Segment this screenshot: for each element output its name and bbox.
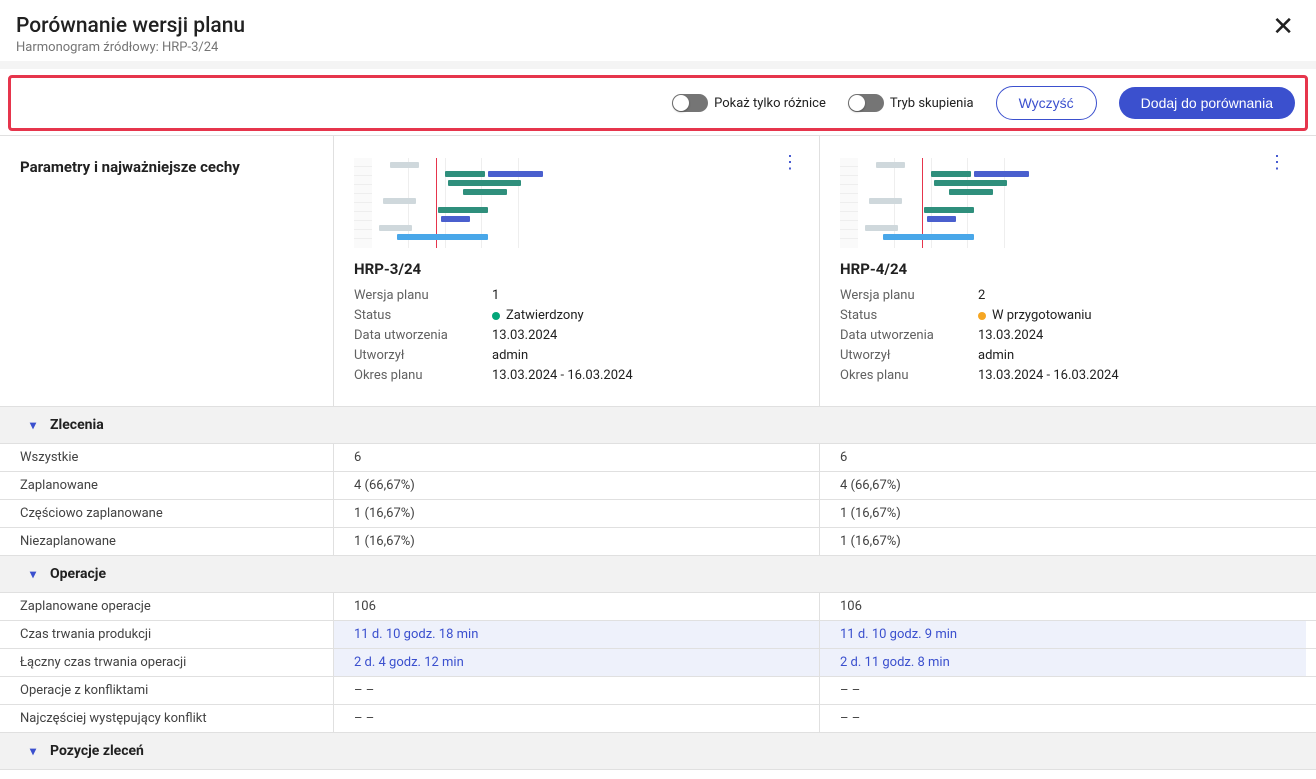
section-operations-header[interactable]: ▾ Operacje <box>0 556 1316 593</box>
status-badge: W przygotowaniu <box>978 308 1092 323</box>
chevron-down-icon[interactable]: ▾ <box>30 744 36 758</box>
table-row: Zaplanowane 4 (66,67%) 4 (66,67%) <box>0 472 1316 500</box>
chevron-down-icon[interactable]: ▾ <box>30 418 36 432</box>
page-title: Porównanie wersji planu <box>16 14 245 38</box>
table-row: Najczęściej występujący konflikt – – – – <box>0 705 1316 733</box>
page-subtitle: Harmonogram źródłowy: HRP-3/24 <box>16 40 245 55</box>
section-positions-title: Pozycje zleceń <box>50 743 144 759</box>
kebab-icon[interactable]: ⋮ <box>781 154 799 172</box>
features-column-title: Parametry i najważniejsze cechy <box>20 158 313 176</box>
table-row: Zaplanowane operacje 106 106 <box>0 593 1316 621</box>
plan-card-a: ⋮ <box>334 136 820 406</box>
status-dot-icon <box>492 312 500 320</box>
top-row: Parametry i najważniejsze cechy ⋮ <box>0 136 1316 407</box>
switch-icon[interactable] <box>848 94 884 112</box>
section-orders-header[interactable]: ▾ Zlecenia <box>0 407 1316 444</box>
kebab-icon[interactable]: ⋮ <box>1268 154 1286 172</box>
section-positions-header[interactable]: ▾ Pozycje zleceń <box>0 733 1316 770</box>
table-row: Częściowo zaplanowane 1 (16,67%) 1 (16,6… <box>0 500 1316 528</box>
status-dot-icon <box>978 312 986 320</box>
section-orders-title: Zlecenia <box>50 417 104 433</box>
actions-bar-wrapper: Pokaż tylko różnice Tryb skupienia Wyczy… <box>0 69 1316 135</box>
chevron-down-icon[interactable]: ▾ <box>30 567 36 581</box>
toggle-focus-mode-label: Tryb skupienia <box>890 96 974 111</box>
section-operations-title: Operacje <box>50 566 106 582</box>
comparison-table: Parametry i najważniejsze cechy ⋮ <box>0 135 1316 770</box>
dialog-header: Porównanie wersji planu Harmonogram źród… <box>0 0 1316 69</box>
clear-button[interactable]: Wyczyść <box>996 86 1097 120</box>
plan-name: HRP-4/24 <box>840 260 1286 278</box>
table-row: Łączny czas trwania operacji 2 d. 4 godz… <box>0 649 1316 677</box>
plan-name: HRP-3/24 <box>354 260 799 278</box>
actions-bar: Pokaż tylko różnice Tryb skupienia Wyczy… <box>8 75 1308 131</box>
plan-card-b: ⋮ <box>820 136 1306 406</box>
table-row: Operacje z konfliktami – – – – <box>0 677 1316 705</box>
status-badge: Zatwierdzony <box>492 308 584 323</box>
toggle-show-diffs-label: Pokaż tylko różnice <box>714 96 826 111</box>
add-to-comparison-button[interactable]: Dodaj do porównania <box>1119 87 1295 119</box>
toggle-show-diffs[interactable]: Pokaż tylko różnice <box>672 94 826 112</box>
toggle-focus-mode[interactable]: Tryb skupienia <box>848 94 974 112</box>
table-row: Niezaplanowane 1 (16,67%) 1 (16,67%) <box>0 528 1316 556</box>
table-row: Wszystkie 6 6 <box>0 444 1316 472</box>
close-icon[interactable]: ✕ <box>1266 14 1300 40</box>
table-row: Czas trwania produkcji 11 d. 10 godz. 18… <box>0 621 1316 649</box>
gantt-thumbnail <box>354 158 554 248</box>
features-column-header: Parametry i najważniejsze cechy <box>0 136 334 406</box>
switch-icon[interactable] <box>672 94 708 112</box>
gantt-thumbnail <box>840 158 1040 248</box>
